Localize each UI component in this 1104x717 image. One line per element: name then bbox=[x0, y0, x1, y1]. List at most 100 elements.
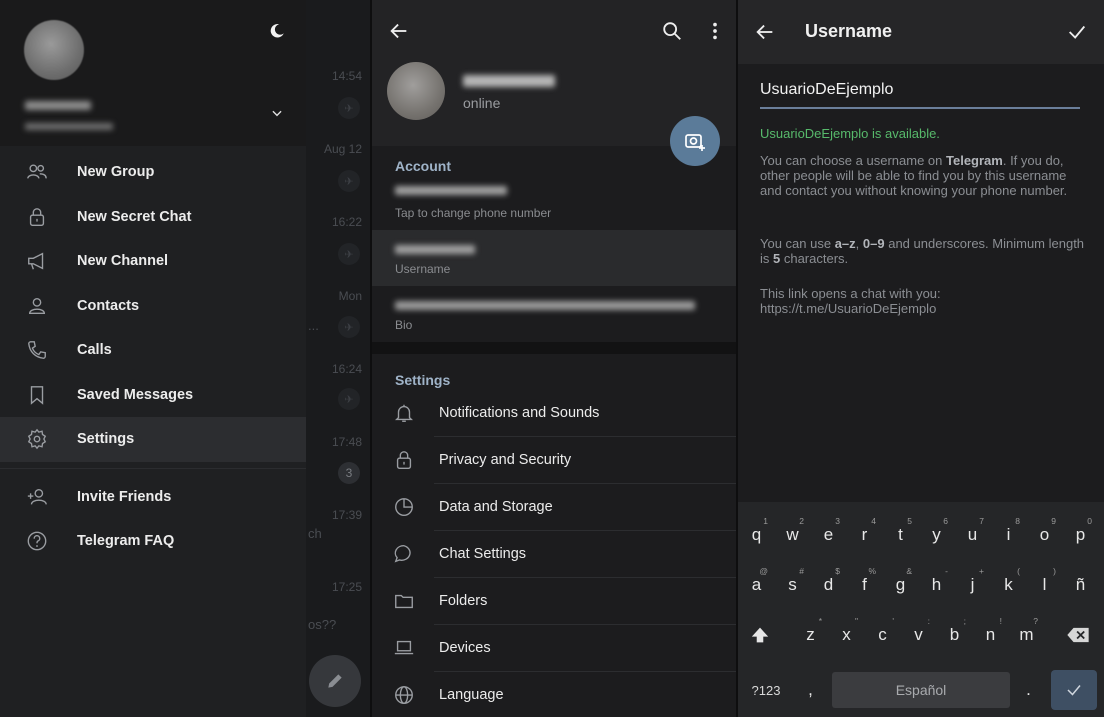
settings-item-notifications[interactable]: Notifications and Sounds bbox=[372, 390, 736, 437]
key-h[interactable]: h- bbox=[920, 560, 953, 610]
back-arrow-icon[interactable] bbox=[754, 21, 776, 43]
settings-item-chat-settings[interactable]: Chat Settings bbox=[372, 531, 736, 578]
avatar[interactable] bbox=[24, 20, 84, 80]
drawer-item-new-secret-chat[interactable]: New Secret Chat bbox=[0, 195, 306, 240]
username-input[interactable] bbox=[760, 81, 1080, 109]
key-enye[interactable]: ñ bbox=[1064, 560, 1097, 610]
key-p[interactable]: p0 bbox=[1064, 510, 1097, 560]
comma-key[interactable]: , bbox=[794, 672, 827, 708]
drawer-item-telegram-faq[interactable]: Telegram FAQ bbox=[0, 519, 306, 564]
drawer-item-invite-friends[interactable]: Invite Friends bbox=[0, 475, 306, 520]
key-n[interactable]: n! bbox=[974, 610, 1007, 660]
settings-section-title: Settings bbox=[395, 372, 451, 388]
key-z[interactable]: z * bbox=[794, 610, 827, 660]
pie-chart-icon bbox=[395, 498, 413, 516]
blurred-name bbox=[463, 75, 555, 87]
key-x[interactable]: x " bbox=[830, 610, 863, 660]
key-l[interactable]: l) bbox=[1028, 560, 1061, 610]
settings-item-folders[interactable]: Folders bbox=[372, 578, 736, 625]
chevron-down-icon[interactable] bbox=[270, 106, 284, 120]
compose-button[interactable] bbox=[309, 655, 361, 707]
key-e[interactable]: e3 bbox=[812, 510, 845, 560]
online-status: online bbox=[463, 95, 501, 111]
key-v[interactable]: v: bbox=[902, 610, 935, 660]
pin-icon: ✈ bbox=[338, 243, 360, 265]
key-k[interactable]: k( bbox=[992, 560, 1025, 610]
blurred-phone bbox=[25, 123, 113, 130]
key-g[interactable]: g & bbox=[884, 560, 917, 610]
pin-icon: ✈ bbox=[338, 388, 360, 410]
spacebar-key[interactable]: Español bbox=[832, 672, 1010, 708]
key-c[interactable]: c ' bbox=[866, 610, 899, 660]
account-bio-label: Bio bbox=[395, 318, 413, 332]
key-b[interactable]: b; bbox=[938, 610, 971, 660]
key-t[interactable]: t5 bbox=[884, 510, 917, 560]
drawer-item-contacts[interactable]: Contacts bbox=[0, 284, 306, 329]
key-r[interactable]: r4 bbox=[848, 510, 881, 560]
enter-key[interactable] bbox=[1051, 670, 1097, 710]
drawer-menu: New Group New Secret Chat New Channel Co… bbox=[0, 150, 306, 564]
account-username-item[interactable]: Username bbox=[372, 230, 736, 286]
drawer-item-saved-messages[interactable]: Saved Messages bbox=[0, 373, 306, 418]
back-arrow-icon[interactable] bbox=[388, 20, 410, 42]
keyboard-row-2: a @ s # d $ f% g & h- j + k( l) ñ bbox=[738, 560, 1104, 610]
drawer-divider bbox=[0, 467, 306, 469]
globe-icon bbox=[395, 686, 413, 704]
key-f[interactable]: f% bbox=[848, 560, 881, 610]
settings-profile-screen: online Account Tap to change phone numbe… bbox=[372, 0, 736, 717]
chat-list-background: 14:54 ✈ Aug 12 ✈ 16:22 ✈ Mon ... ✈ 16:24… bbox=[306, 0, 370, 717]
drawer-item-calls[interactable]: Calls bbox=[0, 328, 306, 373]
key-i[interactable]: i8 bbox=[992, 510, 1025, 560]
key-m[interactable]: m? bbox=[1010, 610, 1043, 660]
username-link[interactable]: https://t.me/UsuarioDeEjemplo bbox=[760, 301, 1090, 316]
drawer-header bbox=[0, 0, 306, 146]
drawer-item-label: Settings bbox=[77, 431, 135, 448]
search-icon[interactable] bbox=[661, 20, 683, 42]
blurred-phone bbox=[395, 186, 507, 195]
drawer-item-label: Invite Friends bbox=[77, 488, 172, 505]
settings-item-devices[interactable]: Devices bbox=[372, 625, 736, 672]
chat-bubble-icon bbox=[394, 545, 411, 563]
avatar[interactable] bbox=[387, 62, 445, 120]
key-w[interactable]: w2 bbox=[776, 510, 809, 560]
key-d[interactable]: d $ bbox=[812, 560, 845, 610]
gear-icon bbox=[27, 428, 47, 450]
account-bio-item[interactable]: Bio bbox=[372, 286, 736, 342]
key-o[interactable]: o9 bbox=[1028, 510, 1061, 560]
drawer-item-settings[interactable]: Settings bbox=[0, 417, 306, 462]
key-q[interactable]: q1 bbox=[740, 510, 773, 560]
shift-key[interactable] bbox=[740, 610, 780, 660]
drawer-item-new-channel[interactable]: New Channel bbox=[0, 239, 306, 284]
numbers-toggle-key[interactable]: ?123 bbox=[746, 672, 786, 708]
drawer-item-label: Calls bbox=[77, 342, 112, 359]
pin-icon: ✈ bbox=[338, 97, 360, 119]
chat-fragment: ch bbox=[308, 526, 322, 541]
drawer-item-label: New Group bbox=[77, 164, 155, 181]
settings-item-label: Data and Storage bbox=[439, 499, 553, 515]
chat-time: 17:25 bbox=[331, 580, 362, 594]
settings-item-privacy[interactable]: Privacy and Security bbox=[372, 437, 736, 484]
settings-item-data-storage[interactable]: Data and Storage bbox=[372, 484, 736, 531]
drawer-item-new-group[interactable]: New Group bbox=[0, 150, 306, 195]
backspace-key[interactable] bbox=[1058, 610, 1098, 660]
add-person-icon bbox=[27, 488, 47, 505]
blurred-name bbox=[25, 101, 91, 110]
checkmark-icon[interactable] bbox=[1066, 21, 1088, 43]
page-title: Username bbox=[805, 21, 893, 41]
settings-item-language[interactable]: Language bbox=[372, 672, 736, 717]
keyboard-row-1: q1 w2 e3 r4 t5 y6 u7 i8 o9 p0 bbox=[738, 510, 1104, 560]
key-y[interactable]: y6 bbox=[920, 510, 953, 560]
chat-time: 17:39 bbox=[331, 508, 362, 522]
key-a[interactable]: a @ bbox=[740, 560, 773, 610]
key-u[interactable]: u7 bbox=[956, 510, 989, 560]
account-phone-item[interactable]: Tap to change phone number bbox=[372, 174, 736, 230]
more-vertical-icon[interactable] bbox=[704, 20, 726, 42]
key-s[interactable]: s # bbox=[776, 560, 809, 610]
set-photo-button[interactable] bbox=[670, 116, 720, 166]
key-j[interactable]: j + bbox=[956, 560, 989, 610]
pin-icon: ✈ bbox=[338, 170, 360, 192]
chat-fragment: ... bbox=[308, 318, 319, 333]
account-phone-hint: Tap to change phone number bbox=[395, 206, 552, 220]
period-key[interactable]: . bbox=[1012, 672, 1045, 708]
moon-icon[interactable] bbox=[268, 22, 286, 40]
